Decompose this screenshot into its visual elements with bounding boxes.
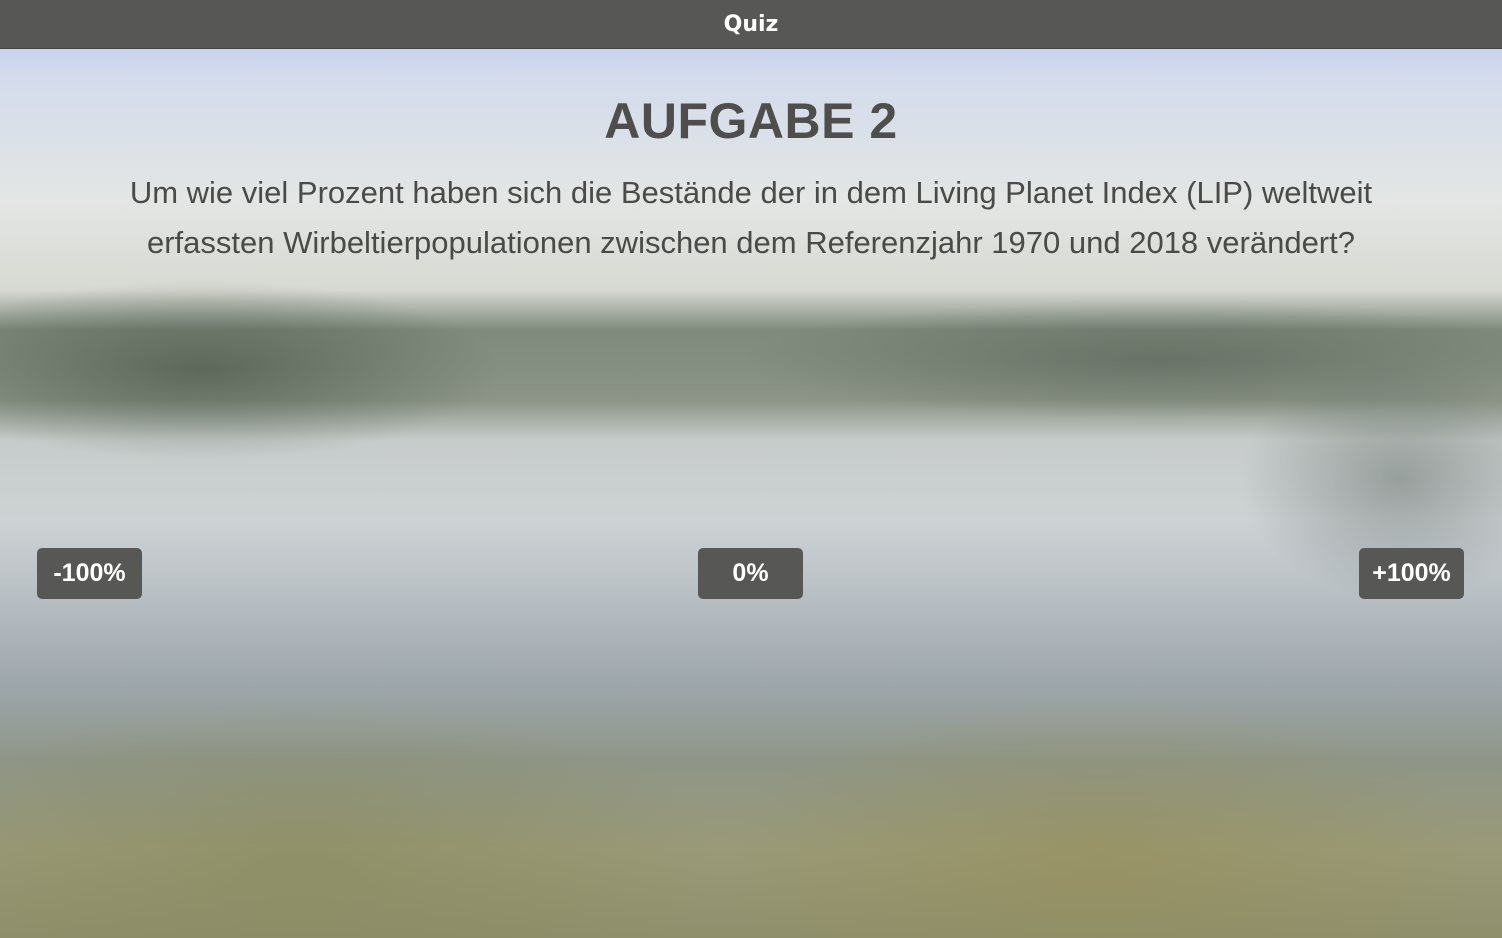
scale-mid-button[interactable]: 0% bbox=[698, 548, 803, 599]
task-heading: AUFGABE 2 bbox=[604, 93, 898, 149]
quiz-app: Quiz AUFGABE 2 Um wie viel Prozent haben… bbox=[0, 0, 1502, 938]
app-title: Quiz bbox=[723, 11, 779, 37]
task-question: Um wie viel Prozent haben sich die Bestä… bbox=[129, 175, 1373, 260]
scale-max-button[interactable]: +100% bbox=[1359, 548, 1464, 599]
scale-min-button[interactable]: -100% bbox=[37, 548, 142, 599]
top-bar: Quiz bbox=[0, 0, 1502, 49]
